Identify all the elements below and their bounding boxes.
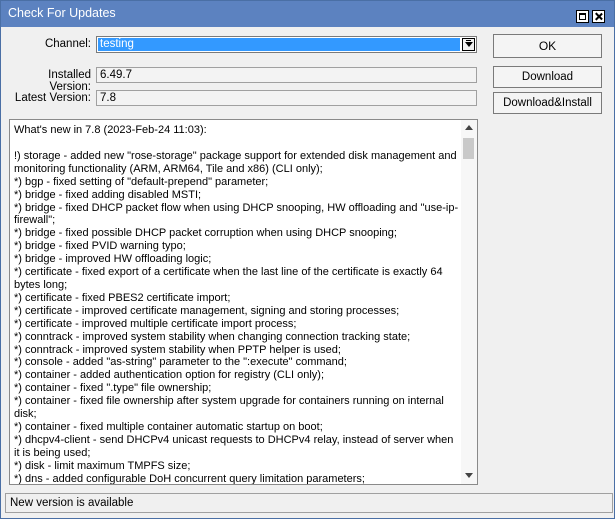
release-note-line: *) bridge - improved HW offloading logic…: [14, 253, 212, 266]
installed-version-label: Installed Version:: [48, 69, 91, 93]
close-icon[interactable]: [592, 10, 605, 23]
release-note-line: *) dhcpv4-client - send DHCPv4 unicast r…: [14, 433, 454, 459]
channel-label: Channel:: [44, 38, 91, 50]
release-note-line: *) certificate - fixed PBES2 certificate…: [14, 291, 231, 304]
download-install-button[interactable]: Download&Install: [493, 92, 602, 114]
channel-select[interactable]: testing: [96, 36, 477, 53]
title-bar[interactable]: Check For Updates: [1, 1, 614, 27]
maximize-icon[interactable]: [576, 10, 589, 23]
release-note-line: *) container - added authentication opti…: [14, 369, 324, 382]
scroll-up-icon[interactable]: [465, 125, 473, 130]
release-note-line: *) certificate - improved certificate ma…: [14, 304, 400, 317]
release-note-line: !) storage - added new "rose-storage" pa…: [14, 149, 457, 175]
release-note-line: *) certificate - improved multiple certi…: [14, 317, 297, 330]
check-for-updates-window: Check For Updates Channel: testing Insta…: [0, 0, 615, 519]
dropdown-arrow-icon[interactable]: [462, 38, 475, 51]
release-note-line: *) bridge - fixed possible DHCP packet c…: [14, 227, 397, 240]
release-notes-text: What's new in 7.8 (2023-Feb-24 11:03): !…: [14, 124, 459, 485]
window-title: Check For Updates: [8, 6, 116, 20]
release-note-line: *) certificate - fixed export of a certi…: [14, 266, 443, 291]
release-note-line: *) bgp - fixed setting of "default-prepe…: [14, 175, 269, 188]
download-button[interactable]: Download: [493, 66, 602, 88]
scrollbar-thumb[interactable]: [463, 138, 474, 159]
release-note-line: *) container - fixed ".type" file owners…: [14, 382, 212, 395]
release-note-line: *) conntrack - improved system stability…: [14, 343, 341, 356]
vertical-scrollbar[interactable]: [461, 120, 477, 484]
release-note-line: *) bridge - fixed adding disabled MSTI;: [14, 188, 202, 201]
scroll-down-icon[interactable]: [465, 473, 473, 478]
ok-button[interactable]: OK: [493, 34, 602, 58]
release-notes-header: What's new in 7.8 (2023-Feb-24 11:03):: [14, 124, 207, 136]
latest-version-field: 7.8: [96, 90, 477, 106]
installed-version-field: 6.49.7: [96, 67, 477, 83]
latest-version-label: Latest Version:: [14, 92, 91, 104]
release-note-line: *) disk - limit maximum TMPFS size;: [14, 459, 191, 472]
release-note-line: *) container - fixed multiple container …: [14, 420, 323, 433]
release-note-line: *) dns - added configurable DoH concurre…: [14, 472, 365, 485]
status-bar: New version is available: [5, 493, 613, 513]
release-note-line: *) console - added "as-string" parameter…: [14, 356, 347, 369]
release-note-line: *) bridge - fixed DHCP packet flow when …: [14, 201, 459, 227]
release-notes-area[interactable]: What's new in 7.8 (2023-Feb-24 11:03): !…: [9, 119, 478, 485]
channel-value: testing: [98, 38, 460, 51]
status-text: New version is available: [10, 497, 134, 509]
release-note-line: *) container - fixed file ownership afte…: [14, 395, 444, 421]
release-note-line: *) conntrack - improved system stability…: [14, 330, 411, 343]
release-note-line: *) bridge - fixed PVID warning typo;: [14, 240, 186, 253]
